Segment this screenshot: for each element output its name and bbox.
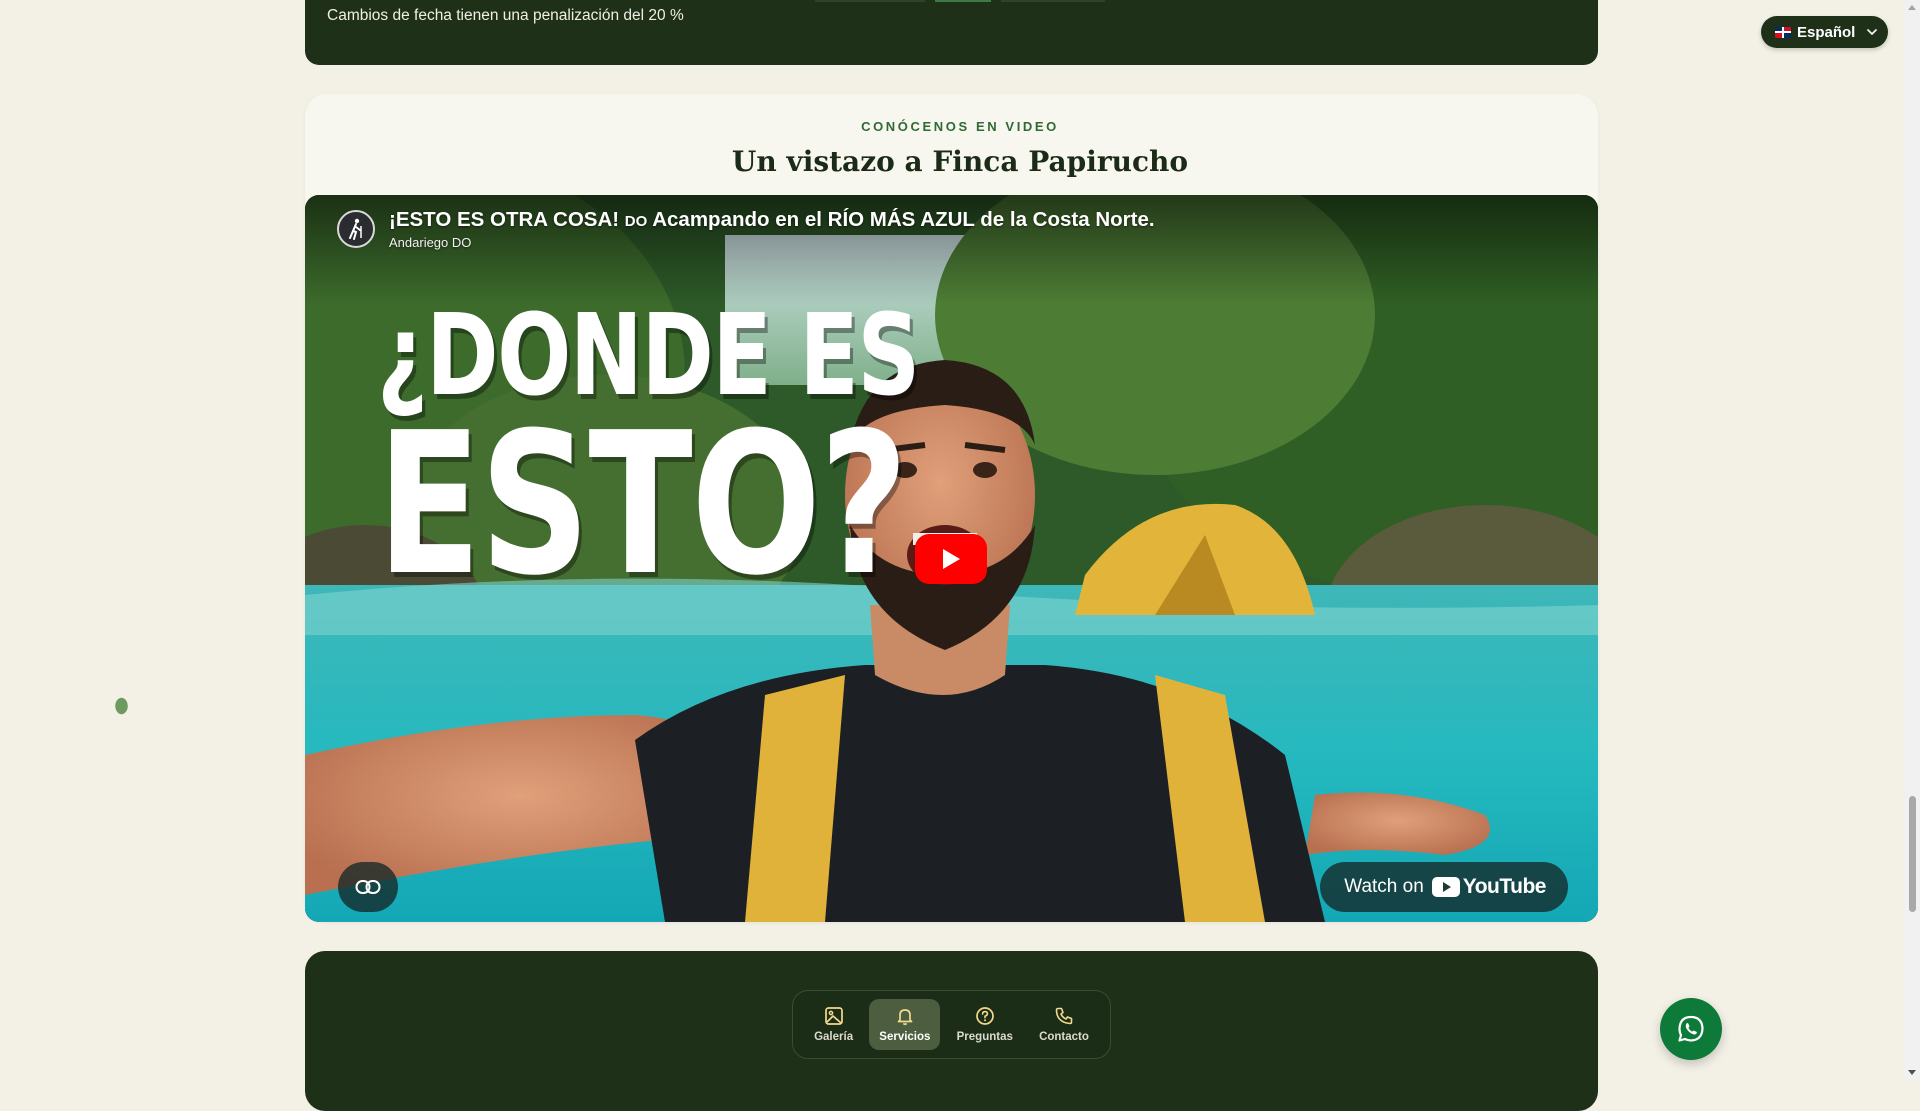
- question-icon: [975, 1007, 994, 1025]
- dominican-flag-icon: [1775, 26, 1791, 38]
- watch-on-youtube-button[interactable]: Watch on YouTube: [1320, 862, 1568, 912]
- play-button[interactable]: [915, 534, 987, 584]
- section-eyebrow: CONÓCENOS EN VIDEO: [861, 119, 1059, 134]
- language-selector[interactable]: Español: [1761, 16, 1888, 48]
- nav-label-preguntas: Preguntas: [956, 1031, 1013, 1043]
- language-label: Español: [1797, 23, 1856, 41]
- nav-label-contacto: Contacto: [1039, 1031, 1089, 1043]
- policy-card: Cambios de fecha tienen una penalización…: [305, 0, 1598, 65]
- nav-item-servicios[interactable]: Servicios: [869, 999, 941, 1050]
- tab-indicator: [815, 0, 1105, 2]
- flag-emoji-text: DO: [624, 213, 648, 230]
- link-icon: [355, 880, 381, 894]
- section-title: Un vistazo a Finca Papirucho: [731, 145, 1189, 178]
- watch-on-label: Watch on: [1344, 876, 1424, 897]
- date-change-note: Cambios de fecha tienen una penalización…: [327, 7, 684, 24]
- nav-item-contacto[interactable]: Contacto: [1029, 999, 1099, 1050]
- bell-icon: [897, 1009, 913, 1026]
- video-title-part-2: Acampando en el RÍO MÁS AZUL de la Costa…: [647, 208, 1155, 231]
- scroll-down-arrow[interactable]: [1908, 1070, 1916, 1075]
- video-title[interactable]: ¡ESTO ES OTRA COSA! DO Acampando en el R…: [389, 208, 1155, 232]
- scrollbar-thumb[interactable]: [1909, 796, 1916, 912]
- nav-item-galeria[interactable]: Galería: [804, 999, 863, 1050]
- hiker-icon: [349, 218, 362, 240]
- leaf-decoration: [112, 696, 131, 716]
- channel-avatar[interactable]: [337, 210, 375, 248]
- nav-label-galeria: Galería: [814, 1031, 854, 1043]
- thumbnail-text-line-2: ESTO?: [377, 391, 908, 619]
- nav-item-preguntas[interactable]: Preguntas: [947, 999, 1023, 1050]
- youtube-icon: [1431, 877, 1460, 897]
- whatsapp-button[interactable]: [1660, 998, 1722, 1060]
- youtube-wordmark: YouTube: [1462, 875, 1547, 898]
- youtube-logo: YouTube: [1431, 875, 1547, 899]
- page: Cambios de fecha tienen una penalización…: [0, 0, 1920, 1111]
- channel-name[interactable]: Andariego DO: [389, 235, 471, 250]
- nav-label-servicios: Servicios: [879, 1031, 931, 1043]
- whatsapp-icon: [1678, 1015, 1704, 1042]
- chevron-down-icon: [1867, 29, 1878, 35]
- video-title-part-1: ¡ESTO ES OTRA COSA!: [389, 208, 625, 231]
- copy-link-button[interactable]: [338, 862, 398, 912]
- phone-icon: [1055, 1007, 1073, 1025]
- play-icon: [943, 549, 960, 569]
- image-icon: [824, 1007, 843, 1025]
- page-scrollbar[interactable]: [1905, 0, 1920, 1080]
- bottom-navigation: Galería Servicios Preguntas Contacto: [792, 990, 1111, 1059]
- scroll-up-arrow[interactable]: [1908, 5, 1916, 10]
- youtube-embed[interactable]: ¿DONDE ES ESTO? ¡ESTO ES OTRA COSA! DO A…: [305, 195, 1598, 922]
